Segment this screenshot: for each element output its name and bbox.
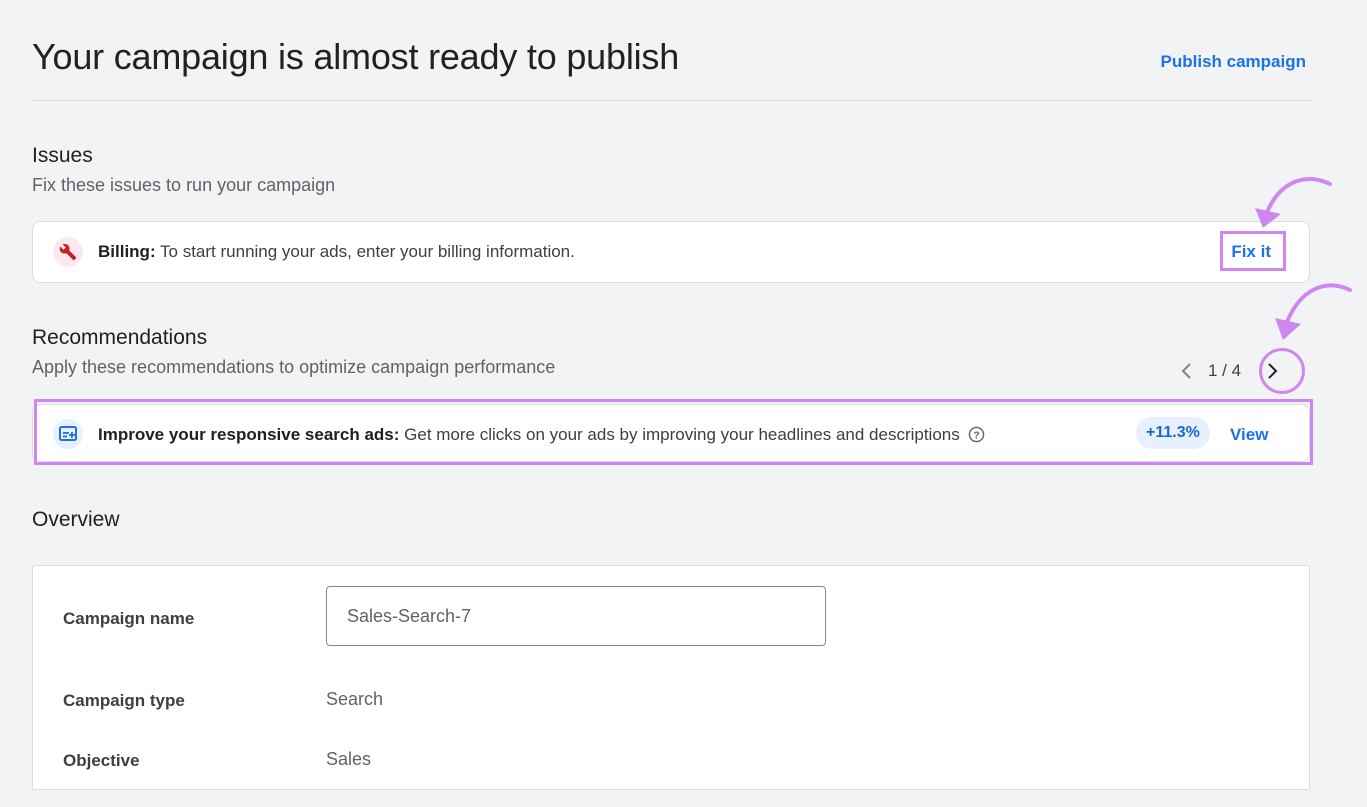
issues-title: Issues — [32, 144, 93, 168]
pager-count: 1 / 4 — [1208, 361, 1241, 381]
wrench-icon — [53, 237, 83, 267]
publish-campaign-link[interactable]: Publish campaign — [1161, 52, 1306, 72]
view-button[interactable]: View — [1230, 425, 1268, 445]
recommendation-card: Improve your responsive search ads: Get … — [32, 404, 1310, 462]
page-title: Your campaign is almost ready to publish — [32, 36, 679, 78]
svg-text:?: ? — [974, 430, 980, 441]
campaign-type-value: Search — [326, 689, 383, 710]
billing-issue-card: Billing: To start running your ads, ente… — [32, 221, 1310, 283]
billing-issue-label: Billing: — [98, 242, 156, 261]
recommendations-title: Recommendations — [32, 326, 207, 350]
annotation-arrows — [1245, 172, 1355, 372]
campaign-name-input[interactable] — [326, 586, 826, 646]
billing-issue-message: To start running your ads, enter your bi… — [160, 242, 575, 261]
overview-card: Campaign name Campaign type Search Objec… — [32, 565, 1310, 790]
recommendations-subtitle: Apply these recommendations to optimize … — [32, 357, 555, 378]
uplift-badge: +11.3% — [1136, 417, 1210, 449]
campaign-name-label: Campaign name — [63, 609, 194, 629]
recommendation-label: Improve your responsive search ads: — [98, 425, 399, 444]
recommendation-text: Improve your responsive search ads: Get … — [98, 425, 985, 448]
header-divider — [32, 100, 1312, 101]
objective-value: Sales — [326, 749, 371, 770]
ad-edit-icon — [53, 419, 83, 449]
objective-label: Objective — [63, 751, 140, 771]
campaign-type-label: Campaign type — [63, 691, 185, 711]
issues-subtitle: Fix these issues to run your campaign — [32, 175, 335, 196]
chevron-left-icon[interactable] — [1170, 355, 1202, 387]
overview-title: Overview — [32, 508, 120, 532]
billing-issue-text: Billing: To start running your ads, ente… — [98, 242, 575, 262]
recommendation-message: Get more clicks on your ads by improving… — [404, 425, 960, 444]
help-icon[interactable]: ? — [968, 426, 985, 448]
